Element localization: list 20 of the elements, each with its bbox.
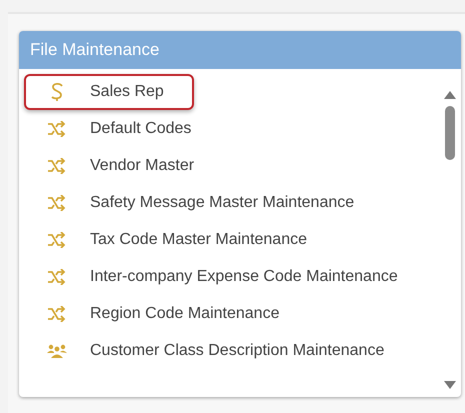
menu-item[interactable]: Customer Class Description Maintenance (24, 333, 439, 369)
scrollbar-thumb[interactable] (445, 106, 455, 160)
menu-item[interactable]: Safety Message Master Maintenance (24, 185, 439, 221)
scroll-down-icon[interactable] (444, 381, 456, 389)
menu-item[interactable]: Tax Code Master Maintenance (24, 222, 439, 258)
scroll-up-icon[interactable] (444, 91, 456, 99)
shuffle-icon (47, 306, 67, 322)
menu-item[interactable]: Region Code Maintenance (24, 296, 439, 332)
shuffle-icon (47, 232, 67, 248)
people-icon (47, 343, 67, 359)
shuffle-icon (47, 121, 67, 137)
menu-item[interactable]: Sales Rep (24, 74, 194, 110)
dollar-icon (50, 82, 64, 102)
shuffle-icon (47, 195, 67, 211)
menu-item[interactable]: Inter-company Expense Code Maintenance (24, 259, 439, 295)
menu-item[interactable]: Vendor Master (24, 148, 439, 184)
panel-title: File Maintenance (19, 31, 461, 69)
shuffle-icon (47, 269, 67, 285)
shuffle-icon (47, 158, 67, 174)
menu-item[interactable]: Default Codes (24, 111, 439, 147)
